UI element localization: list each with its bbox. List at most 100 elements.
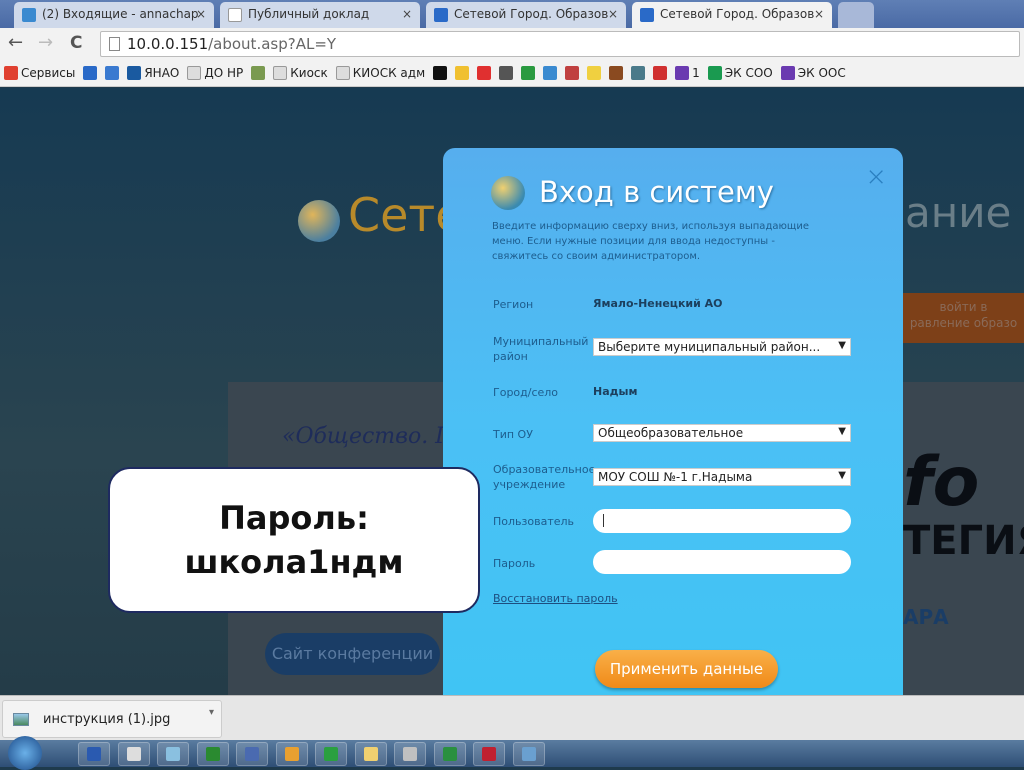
tab-public-report[interactable]: Публичный доклад × bbox=[220, 2, 420, 28]
tab-inbox[interactable]: (2) Входящие - annachap × bbox=[14, 2, 214, 28]
bookmark-icon bbox=[127, 66, 142, 80]
bookmark-item[interactable] bbox=[433, 65, 448, 81]
district-select[interactable]: Выберите муниципальный район... ▼ bbox=[593, 338, 851, 356]
enter-management-button[interactable]: войти в равление образо bbox=[903, 293, 1024, 343]
bookmark-item[interactable] bbox=[455, 65, 470, 81]
password-label: Пароль bbox=[493, 557, 536, 570]
school-select[interactable]: МОУ СОШ №-1 г.Надыма ▼ bbox=[593, 468, 851, 486]
school-type-label: Тип ОУ bbox=[493, 428, 533, 441]
mail-icon bbox=[22, 8, 36, 22]
chrome-icon bbox=[284, 747, 299, 761]
close-icon[interactable]: × bbox=[865, 162, 887, 192]
bookmark-item[interactable] bbox=[477, 65, 492, 81]
download-menu-chevron-icon[interactable]: ▾ bbox=[209, 707, 214, 718]
taskbar-paint-button[interactable] bbox=[236, 742, 268, 766]
bookmark-item[interactable] bbox=[499, 65, 514, 81]
bookmark-label: Киоск bbox=[290, 66, 328, 80]
bookmark-label: 1 bbox=[692, 66, 700, 80]
taskbar-mail-agent-button[interactable] bbox=[315, 742, 347, 766]
taskbar-solitaire-button[interactable] bbox=[117, 742, 150, 766]
bookmark-icon bbox=[455, 66, 470, 80]
dialog-title: Вход в систему bbox=[539, 175, 774, 209]
bookmark-icon bbox=[187, 66, 202, 80]
forward-button[interactable]: → bbox=[38, 32, 53, 53]
close-tab-icon[interactable]: × bbox=[402, 7, 412, 21]
taskbar-chrome-button[interactable] bbox=[275, 742, 308, 766]
bookmark-label: КИОСК адм bbox=[352, 66, 426, 80]
reload-button[interactable]: C bbox=[70, 33, 82, 53]
notepad-icon bbox=[166, 747, 180, 761]
chevron-down-icon: ▼ bbox=[838, 470, 846, 481]
bookmark-item[interactable]: 1 bbox=[675, 65, 700, 81]
bookmark-item[interactable] bbox=[653, 65, 668, 81]
bookmark-item[interactable]: ЭК СОО bbox=[707, 65, 773, 81]
bookmark-icon bbox=[780, 66, 795, 80]
bookmark-icon bbox=[105, 66, 120, 80]
bookmark-icon bbox=[83, 66, 98, 80]
bookmarks-bar: Сервисы ЯНАО ДО НР Киоск КИОСК адм 1 ЭК СОО ЭК … bbox=[0, 60, 1024, 87]
bookmark-item[interactable]: ДО НР bbox=[187, 65, 243, 81]
bookmark-item[interactable]: ЯНАО bbox=[127, 65, 179, 81]
taskbar-explorer-button[interactable] bbox=[354, 742, 387, 766]
taskbar-notepad-button[interactable] bbox=[157, 742, 189, 766]
tab-setevoy-gorod[interactable]: Сетевой Город. Образов × bbox=[426, 2, 626, 28]
bookmark-icon bbox=[707, 66, 722, 80]
callout-line-1: Пароль: bbox=[219, 499, 369, 537]
url-input[interactable]: 10.0.0.151/about.asp?AL=Y bbox=[100, 31, 1020, 57]
bookmark-item[interactable] bbox=[543, 65, 558, 81]
sim-icon bbox=[205, 747, 220, 761]
submit-button[interactable]: Применить данные bbox=[595, 650, 778, 688]
taskbar-word-button[interactable] bbox=[78, 742, 110, 766]
restore-password-link[interactable]: Восстановить пароль bbox=[493, 592, 618, 605]
close-tab-icon[interactable]: × bbox=[814, 7, 824, 21]
bookmark-icon bbox=[521, 66, 536, 80]
bookmark-item[interactable] bbox=[251, 65, 266, 81]
banner-location: АРА bbox=[903, 605, 949, 629]
image-viewer-icon bbox=[521, 747, 536, 761]
bookmark-item[interactable]: КИОСК адм bbox=[335, 65, 426, 81]
password-input[interactable] bbox=[593, 550, 851, 574]
word-icon bbox=[87, 747, 101, 761]
bookmark-item[interactable] bbox=[521, 65, 536, 81]
tab-strip: (2) Входящие - annachap × Публичный докла… bbox=[0, 0, 1024, 28]
access-icon bbox=[482, 747, 496, 761]
globe-logo-icon bbox=[298, 200, 340, 242]
site-icon bbox=[434, 8, 448, 22]
chevron-down-icon: ▼ bbox=[838, 426, 846, 437]
bookmark-item[interactable] bbox=[105, 65, 120, 81]
bookmark-item[interactable] bbox=[587, 65, 602, 81]
bookmark-item[interactable]: Киоск bbox=[273, 65, 328, 81]
excel-icon bbox=[442, 747, 457, 761]
taskbar-excel-button[interactable] bbox=[433, 742, 466, 766]
taskbar-clock-button[interactable] bbox=[394, 742, 426, 766]
close-tab-icon[interactable]: × bbox=[196, 7, 206, 21]
image-file-icon bbox=[13, 713, 29, 726]
bookmark-item[interactable]: Сервисы bbox=[4, 65, 75, 81]
bookmark-label: ДО НР bbox=[204, 66, 244, 80]
school-type-select[interactable]: Общеобразовательное ▼ bbox=[593, 424, 851, 442]
bookmark-icon bbox=[675, 66, 690, 80]
close-tab-icon[interactable]: × bbox=[608, 7, 618, 21]
tab-setevoy-gorod-active[interactable]: Сетевой Город. Образов × bbox=[632, 2, 832, 28]
bookmark-icon bbox=[587, 66, 602, 80]
paint-icon bbox=[245, 747, 259, 761]
taskbar-image-viewer-button[interactable] bbox=[512, 742, 545, 766]
username-input[interactable] bbox=[593, 509, 851, 533]
new-tab-button[interactable] bbox=[838, 2, 874, 28]
bookmark-item[interactable] bbox=[631, 65, 646, 81]
conference-site-button[interactable]: Сайт конференции bbox=[265, 633, 440, 675]
bookmark-item[interactable]: ЭК ООС bbox=[780, 65, 846, 81]
bookmark-item[interactable] bbox=[83, 65, 98, 81]
bookmark-item[interactable] bbox=[565, 65, 580, 81]
windows-taskbar bbox=[0, 736, 1024, 770]
bookmark-item[interactable] bbox=[609, 65, 624, 81]
taskbar-access-button[interactable] bbox=[473, 742, 505, 766]
district-label: Муниципальный район bbox=[493, 335, 589, 363]
download-item[interactable]: инструкция (1).jpg ▾ bbox=[2, 700, 222, 738]
region-label: Регион bbox=[493, 298, 534, 311]
taskbar-sim-button[interactable] bbox=[196, 742, 229, 766]
chevron-down-icon: ▼ bbox=[838, 340, 846, 351]
back-button[interactable]: ← bbox=[8, 32, 23, 53]
site-logo-text-right: ание bbox=[905, 188, 1012, 237]
start-button[interactable] bbox=[8, 736, 42, 770]
